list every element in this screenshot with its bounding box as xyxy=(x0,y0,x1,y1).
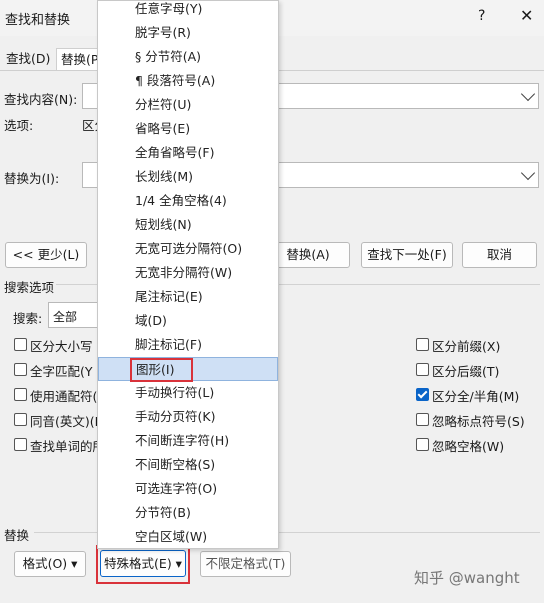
ignore-punct-label: 忽略标点符号(S) xyxy=(432,414,525,429)
menu-item[interactable]: § 分节符(A) xyxy=(98,45,278,69)
menu-item[interactable]: 不间断空格(S) xyxy=(98,453,278,477)
sounds-like-label: 同音(英文)(K xyxy=(30,414,103,429)
close-button[interactable]: ✕ xyxy=(520,6,533,25)
match-suffix-label: 区分后缀(T) xyxy=(432,364,500,379)
whole-word-checkbox[interactable] xyxy=(14,363,27,376)
dialog-title: 查找和替换 xyxy=(5,13,71,28)
word-forms-label: 查找单词的所 xyxy=(30,439,106,454)
match-case-checkbox[interactable] xyxy=(14,338,27,351)
search-scope-value: 全部 xyxy=(53,310,78,324)
menu-item[interactable]: ¶ 段落符号(A) xyxy=(98,69,278,93)
menu-item[interactable]: 手动换行符(L) xyxy=(98,381,278,405)
special-format-menu: 任意字母(Y) 脱字号(R) § 分节符(A) ¶ 段落符号(A) 分栏符(U) 省略号(… xyxy=(97,0,279,549)
menu-item[interactable]: 空白区域(W) xyxy=(98,525,278,548)
menu-item[interactable]: 手动分页符(K) xyxy=(98,405,278,429)
ignore-punct-checkbox[interactable] xyxy=(416,413,429,426)
menu-item[interactable]: 无宽非分隔符(W) xyxy=(98,261,278,285)
menu-item[interactable]: 不间断连字符(H) xyxy=(98,429,278,453)
search-scope-select[interactable]: 全部 xyxy=(48,302,100,328)
help-button[interactable]: ? xyxy=(478,8,485,24)
replace-section-heading: 替换 xyxy=(4,528,30,543)
match-suffix-checkbox[interactable] xyxy=(416,363,429,376)
match-width-label: 区分全/半角(M) xyxy=(432,389,520,404)
format-button[interactable]: 格式(O) ▾ xyxy=(14,551,86,577)
match-prefix-checkbox[interactable] xyxy=(416,338,429,351)
menu-item[interactable]: 脱字号(R) xyxy=(98,21,278,45)
word-forms-checkbox[interactable] xyxy=(14,438,27,451)
match-prefix-label: 区分前缀(X) xyxy=(432,339,501,354)
menu-item[interactable]: 全角省略号(F) xyxy=(98,141,278,165)
match-case-label: 区分大小写 xyxy=(30,339,93,354)
menu-item[interactable]: 1/4 全角空格(4) xyxy=(98,189,278,213)
menu-item[interactable]: 尾注标记(E) xyxy=(98,285,278,309)
wildcards-label: 使用通配符( xyxy=(30,389,98,404)
options-label: 选项: xyxy=(4,118,34,133)
menu-item[interactable]: 分节符(B) xyxy=(98,501,278,525)
special-format-button[interactable]: 特殊格式(E) ▾ xyxy=(100,550,186,577)
search-options-heading: 搜索选项 xyxy=(4,280,55,295)
replace-label: 替换为(I): xyxy=(4,171,60,186)
menu-item[interactable]: 脚注标记(F) xyxy=(98,333,278,357)
less-button[interactable]: << 更少(L) xyxy=(5,242,87,268)
menu-item[interactable]: 分栏符(U) xyxy=(98,93,278,117)
tab-find[interactable]: 查找(D) xyxy=(2,48,54,70)
cancel-button[interactable]: 取消 xyxy=(462,242,537,268)
menu-item[interactable]: 任意字母(Y) xyxy=(98,1,278,21)
find-next-button[interactable]: 查找下一处(F) xyxy=(361,242,453,268)
match-width-checkbox[interactable] xyxy=(416,388,429,401)
whole-word-label: 全字匹配(Y xyxy=(30,364,93,379)
menu-item[interactable]: 长划线(M) xyxy=(98,165,278,189)
menu-item[interactable]: 域(D) xyxy=(98,309,278,333)
annotation-highlight-box xyxy=(130,358,193,382)
watermark-text: 知乎 @wanght xyxy=(414,569,520,587)
find-label: 查找内容(N): xyxy=(4,92,78,107)
menu-item[interactable]: 短划线(N) xyxy=(98,213,278,237)
menu-item[interactable]: 无宽可选分隔符(O) xyxy=(98,237,278,261)
search-label: 搜索: xyxy=(13,311,43,326)
no-format-button[interactable]: 不限定格式(T) xyxy=(200,551,291,577)
sounds-like-checkbox[interactable] xyxy=(14,413,27,426)
wildcards-checkbox[interactable] xyxy=(14,388,27,401)
ignore-space-label: 忽略空格(W) xyxy=(432,439,505,454)
ignore-space-checkbox[interactable] xyxy=(416,438,429,451)
menu-item[interactable]: 省略号(E) xyxy=(98,117,278,141)
menu-item[interactable]: 可选连字符(O) xyxy=(98,477,278,501)
